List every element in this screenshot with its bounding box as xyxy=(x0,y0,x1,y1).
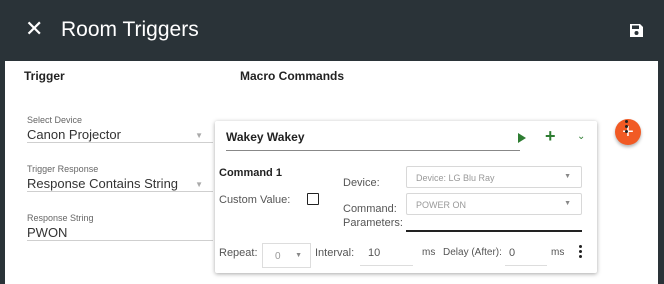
repeat-select[interactable]: 0 ▼ xyxy=(262,243,311,268)
more-options-icon[interactable] xyxy=(623,120,629,134)
chevron-down-icon: ▼ xyxy=(295,252,302,259)
trigger-response-value: Response Contains String xyxy=(27,176,179,191)
floppy-disk-icon[interactable] xyxy=(629,23,644,38)
chevron-down-icon: ▼ xyxy=(195,131,203,140)
macro-commands-column-header: Macro Commands xyxy=(240,69,345,83)
parameters-input[interactable] xyxy=(406,230,582,232)
interval-unit-label: ms xyxy=(422,247,436,258)
device-select-value: Device: LG Blu Ray xyxy=(416,173,495,183)
command-label: Command: xyxy=(343,203,397,215)
app-bar: ✕ Room Triggers xyxy=(5,0,658,61)
custom-value-label: Custom Value: xyxy=(219,194,291,206)
chevron-down-icon: ▼ xyxy=(195,180,203,189)
macro-name-input[interactable]: Wakey Wakey xyxy=(226,130,520,151)
play-icon[interactable] xyxy=(518,133,526,143)
repeat-label: Repeat: xyxy=(219,247,258,259)
window-frame-right xyxy=(658,0,664,284)
command-options-icon[interactable] xyxy=(578,245,583,259)
delay-unit-label: ms xyxy=(551,247,565,258)
close-icon[interactable]: ✕ xyxy=(25,17,43,41)
select-device-field[interactable]: Select Device Canon Projector ▼ xyxy=(27,115,213,143)
delay-label: Delay (After): xyxy=(443,247,502,258)
command-select-value: POWER ON xyxy=(416,200,467,210)
interval-label: Interval: xyxy=(315,247,355,259)
add-command-icon[interactable]: + xyxy=(545,126,556,147)
chevron-down-icon[interactable]: ⌄ xyxy=(577,131,585,142)
device-label: Device: xyxy=(343,177,380,189)
delay-input[interactable]: 0 xyxy=(505,243,547,266)
command-select[interactable]: POWER ON ▼ xyxy=(406,193,582,215)
command-title: Command 1 xyxy=(219,167,282,179)
trigger-column-header: Trigger xyxy=(24,69,65,83)
interval-input[interactable]: 10 xyxy=(360,243,413,266)
chevron-down-icon: ▼ xyxy=(564,200,571,207)
select-device-label: Select Device xyxy=(27,115,83,125)
response-string-field[interactable]: Response String PWON xyxy=(27,213,213,241)
device-select[interactable]: Device: LG Blu Ray ▼ xyxy=(406,166,582,188)
macro-card: Wakey Wakey + ⌄ Command 1 Custom Value: … xyxy=(215,121,597,273)
custom-value-checkbox[interactable] xyxy=(307,193,319,205)
page-title: Room Triggers xyxy=(61,18,199,41)
parameters-label: Parameters: xyxy=(343,217,403,229)
trigger-response-label: Trigger Response xyxy=(27,164,99,174)
response-string-label: Response String xyxy=(27,213,94,223)
response-string-value: PWON xyxy=(27,225,68,240)
chevron-down-icon: ▼ xyxy=(564,173,571,180)
trigger-response-field[interactable]: Trigger Response Response Contains Strin… xyxy=(27,164,213,192)
repeat-value: 0 xyxy=(275,251,281,262)
select-device-value: Canon Projector xyxy=(27,127,121,142)
